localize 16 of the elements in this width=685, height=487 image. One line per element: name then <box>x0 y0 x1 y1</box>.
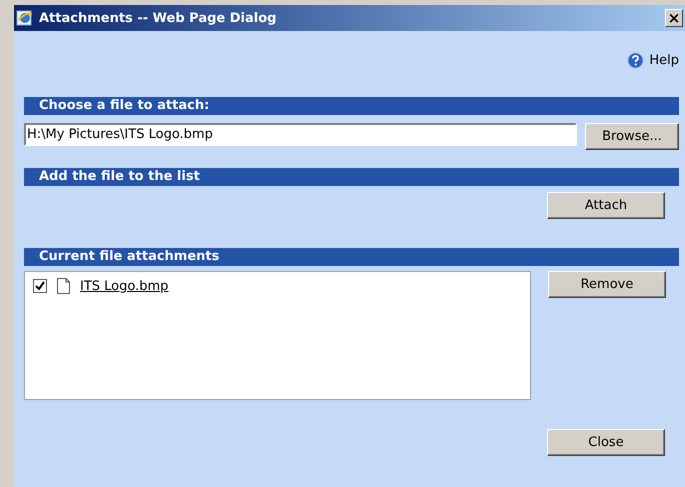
help-icon[interactable] <box>627 52 644 68</box>
close-dialog-button[interactable]: Close <box>547 429 665 456</box>
remove-button[interactable]: Remove <box>548 271 666 298</box>
window-title: Attachments -- Web Page Dialog <box>39 10 276 26</box>
globe-icon <box>16 9 34 27</box>
close-button[interactable]: × <box>665 9 683 27</box>
browse-button[interactable]: Browse... <box>585 123 679 150</box>
checkbox[interactable] <box>33 279 47 293</box>
section-header: Choose a file to attach: <box>24 97 679 115</box>
file-path-field[interactable]: H:\My Pictures\ITS Logo.bmp <box>24 123 577 146</box>
document-icon <box>57 278 70 294</box>
help-link[interactable]: Help <box>627 52 679 68</box>
attach-button[interactable]: Attach <box>547 192 665 219</box>
section-header: Current file attachments <box>24 248 679 266</box>
attachment-link[interactable]: ITS Logo.bmp <box>80 278 168 294</box>
section-header: Add the file to the list <box>24 168 679 186</box>
